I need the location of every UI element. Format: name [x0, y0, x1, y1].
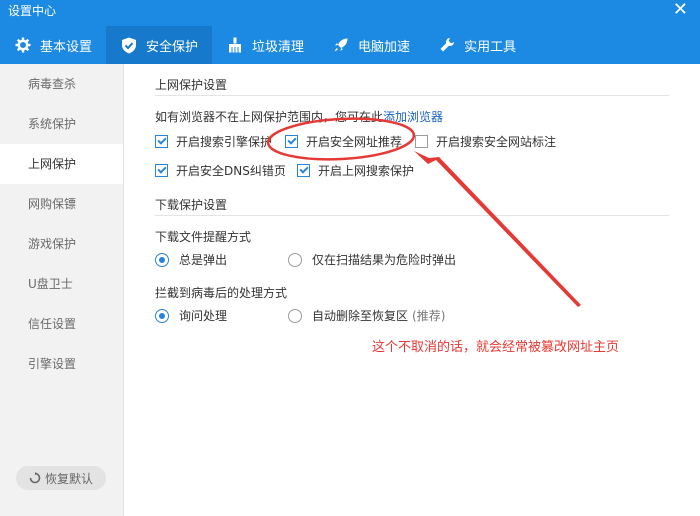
- window-title: 设置中心: [8, 4, 57, 18]
- checkbox-label: 开启安全DNS纠错页: [176, 164, 286, 178]
- checkbox-label: 开启搜索安全网站标注: [436, 135, 557, 149]
- reminder-title: 下载文件提醒方式: [155, 230, 252, 244]
- always-popup-radio[interactable]: 总是弹出: [155, 251, 227, 268]
- sidebar-item-game-protection[interactable]: 游戏保护: [0, 224, 123, 264]
- auto-delete-radio[interactable]: 自动删除至恢复区 (推荐): [288, 307, 445, 324]
- safe-dns-checkbox[interactable]: 开启安全DNS纠错页: [155, 162, 286, 179]
- shield-icon: [120, 36, 138, 54]
- browser-hint: 如有浏览器不在上网保护范围内，您可在此添加浏览器: [155, 108, 443, 125]
- tab-label: 基本设置: [40, 39, 93, 55]
- browser-hint-text: 如有浏览器不在上网保护范围内，您可在此: [155, 110, 384, 124]
- sidebar-item-web-protection[interactable]: 上网保护: [0, 144, 123, 184]
- divider: [155, 215, 669, 216]
- web-search-protection-checkbox[interactable]: 开启上网搜索保护: [297, 162, 414, 179]
- tab-utilities[interactable]: 实用工具: [424, 26, 530, 64]
- search-engine-protection-checkbox[interactable]: 开启搜索引擎保护: [155, 133, 272, 150]
- safe-url-recommend-checkbox[interactable]: 开启安全网址推荐: [285, 133, 402, 150]
- checkbox-label: 开启上网搜索保护: [318, 164, 415, 178]
- web-protection-title: 上网保护设置: [155, 78, 228, 92]
- gear-icon: [14, 36, 32, 54]
- title-bar: 设置中心 ✕ 基本设置 安全保护 垃圾清理 电脑加速 实用工具: [0, 0, 700, 64]
- radio-dot[interactable]: [288, 308, 302, 323]
- sidebar-item-trust-settings[interactable]: 信任设置: [0, 304, 123, 344]
- sidebar-item-engine-settings[interactable]: 引擎设置: [0, 344, 123, 384]
- radio-dot[interactable]: [155, 308, 169, 323]
- restore-defaults-label: 恢复默认: [44, 471, 93, 486]
- checkbox-label: 开启安全网址推荐: [306, 135, 403, 149]
- close-button[interactable]: ✕: [673, 0, 688, 20]
- tab-pc-speedup[interactable]: 电脑加速: [318, 26, 424, 64]
- settings-panel: 上网保护设置 如有浏览器不在上网保护范围内，您可在此添加浏览器 开启搜索引擎保护…: [124, 64, 700, 516]
- add-browser-link[interactable]: 添加浏览器: [383, 110, 443, 124]
- radio-dot[interactable]: [288, 252, 302, 267]
- radio-label: 自动删除至恢复区: [312, 309, 409, 323]
- refresh-icon: [29, 472, 41, 484]
- checkbox-label: 开启搜索引擎保护: [176, 135, 273, 149]
- checkbox-box[interactable]: [155, 135, 168, 148]
- sidebar-item-usb-guard[interactable]: U盘卫士: [0, 264, 123, 304]
- danger-only-popup-radio[interactable]: 仅在扫描结果为危险时弹出: [288, 251, 456, 268]
- checkbox-box[interactable]: [415, 135, 428, 148]
- radio-label: 询问处理: [179, 309, 228, 323]
- sidebar: 病毒查杀 系统保护 上网保护 网购保镖 游戏保护 U盘卫士 信任设置 引擎设置 …: [0, 64, 124, 516]
- checkbox-box[interactable]: [155, 164, 168, 177]
- sidebar-item-system-protection[interactable]: 系统保护: [0, 104, 123, 144]
- main-tabs: 基本设置 安全保护 垃圾清理 电脑加速 实用工具: [0, 26, 530, 64]
- handling-title: 拦截到病毒后的处理方式: [155, 286, 288, 300]
- restore-defaults-button[interactable]: 恢复默认: [16, 466, 106, 490]
- tab-label: 实用工具: [464, 39, 517, 55]
- tab-junk-cleanup[interactable]: 垃圾清理: [212, 26, 318, 64]
- broom-icon: [226, 36, 244, 54]
- safe-site-mark-checkbox[interactable]: 开启搜索安全网站标注: [415, 133, 556, 150]
- recommended-tag: (推荐): [412, 309, 446, 323]
- tab-label: 电脑加速: [358, 39, 411, 55]
- tab-basic-settings[interactable]: 基本设置: [0, 26, 106, 64]
- tab-label: 垃圾清理: [252, 39, 305, 55]
- radio-label: 仅在扫描结果为危险时弹出: [312, 253, 457, 267]
- divider: [155, 95, 669, 96]
- checkbox-box[interactable]: [285, 135, 298, 148]
- radio-dot[interactable]: [155, 252, 169, 267]
- annotation-note: 这个不取消的话，就会经常被篡改网址主页: [372, 340, 620, 355]
- tab-label: 安全保护: [146, 39, 199, 55]
- sidebar-item-virus-scan[interactable]: 病毒查杀: [0, 64, 123, 104]
- tab-security-protection[interactable]: 安全保护: [106, 26, 213, 64]
- sidebar-item-shopping-guard[interactable]: 网购保镖: [0, 184, 123, 224]
- checkbox-box[interactable]: [297, 164, 310, 177]
- radio-label: 总是弹出: [179, 253, 228, 267]
- rocket-icon: [332, 36, 350, 54]
- wrench-icon: [438, 36, 456, 54]
- download-protection-title: 下载保护设置: [155, 198, 228, 212]
- ask-handling-radio[interactable]: 询问处理: [155, 307, 227, 324]
